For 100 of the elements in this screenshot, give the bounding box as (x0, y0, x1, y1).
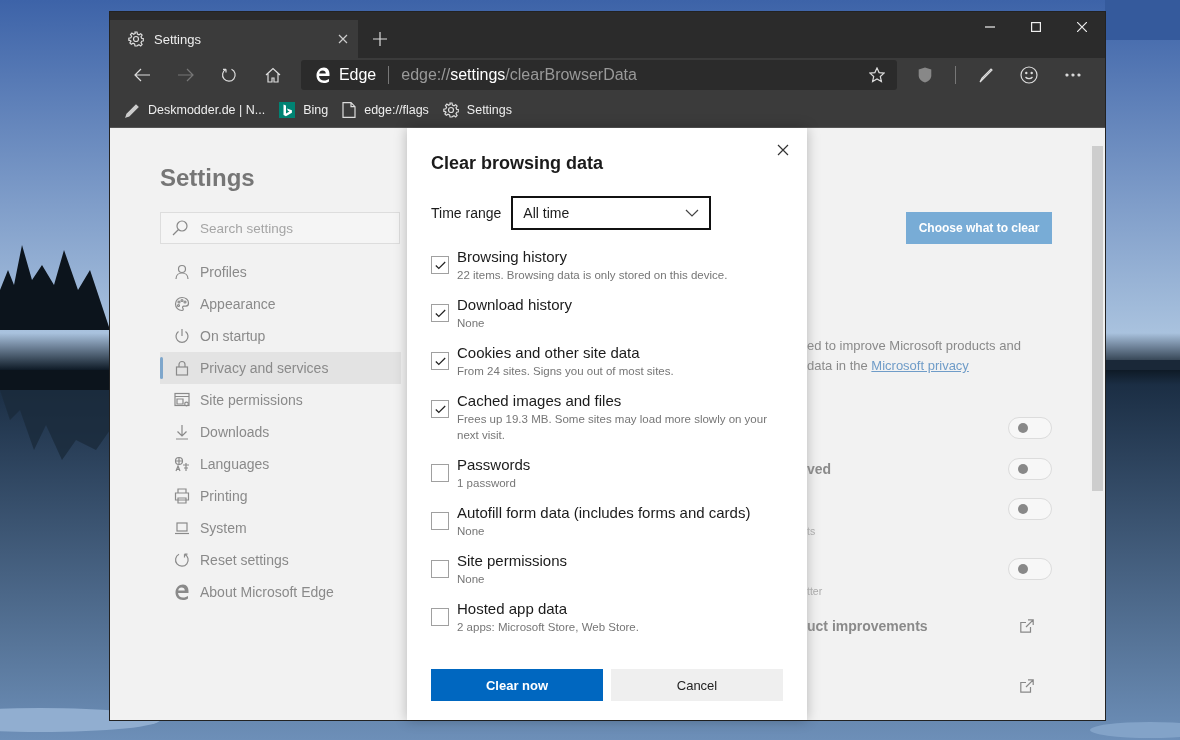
palette-icon (174, 296, 190, 312)
option-label: Cached images and files (457, 391, 623, 411)
setting-label: uct improvements (807, 618, 928, 634)
edge-logo-icon (314, 67, 331, 83)
sidebar-item[interactable]: Profiles (160, 256, 401, 288)
sidebar-item[interactable]: Downloads (160, 416, 401, 448)
sidebar-item[interactable]: System (160, 512, 401, 544)
sidebar-item[interactable]: Reset settings (160, 544, 401, 576)
browser-tab[interactable]: Settings (110, 20, 358, 58)
time-range-dropdown[interactable]: All time (511, 196, 712, 230)
close-icon (338, 34, 348, 44)
option-label: Autofill form data (includes forms and cards) (457, 503, 752, 523)
toggle-switch[interactable] (1008, 558, 1052, 580)
site-identity: Edge (338, 66, 377, 84)
option-label: Cookies and other site data (457, 343, 641, 363)
option-label: Hosted app data (457, 599, 569, 619)
refresh-icon (221, 67, 238, 83)
new-tab-icon (372, 31, 388, 47)
choose-what-to-clear-button[interactable]: Choose what to clear (906, 212, 1052, 244)
favorite-star-icon (869, 67, 886, 83)
setting-label: ved (807, 461, 832, 477)
sidebar-item[interactable]: Privacy and services (160, 352, 401, 384)
bookmark[interactable]: Deskmodder.de | N... (124, 101, 266, 118)
person-icon (174, 264, 190, 280)
cancel-button[interactable]: Cancel (611, 669, 783, 701)
home-icon (265, 67, 281, 83)
check-icon (434, 356, 446, 366)
check-icon (434, 404, 446, 414)
option-label: Download history (457, 295, 574, 315)
option-detail: None (457, 572, 486, 587)
option-detail: From 24 sites. Signs you out of most sites. (457, 364, 675, 379)
option-label: Site permissions (457, 551, 569, 571)
toggle-switch[interactable] (1008, 417, 1052, 439)
download-icon (174, 424, 190, 440)
external-link-icon (1020, 679, 1034, 693)
sidebar-item[interactable]: Site permissions (160, 384, 401, 416)
chevron-down-icon (685, 209, 700, 217)
back-arrow-icon (133, 68, 150, 82)
lock-icon (174, 360, 190, 376)
close-icon (1077, 22, 1087, 32)
privacy-link[interactable]: Microsoft privacy (871, 358, 969, 373)
printer-icon (174, 488, 190, 504)
option-detail: None (457, 316, 486, 331)
checkbox[interactable] (431, 560, 449, 578)
toggle-switch[interactable] (1008, 458, 1052, 480)
close-icon (777, 144, 789, 156)
gear-icon (128, 31, 144, 47)
url-text: edge://settings/clearBrowserData (401, 66, 638, 84)
option-detail: 22 items. Browsing data is only stored on this device. (457, 268, 729, 283)
checkbox[interactable] (431, 512, 449, 530)
forward-arrow-icon (177, 68, 194, 82)
checkbox[interactable] (431, 304, 449, 322)
power-icon (174, 328, 190, 344)
dialog-title: Clear browsing data (431, 152, 605, 174)
sidebar-item[interactable]: About Microsoft Edge (160, 576, 401, 608)
checkbox[interactable] (431, 464, 449, 482)
toggle-switch[interactable] (1008, 498, 1052, 520)
field-label: Time range (431, 205, 502, 221)
option-label: Passwords (457, 455, 532, 475)
bookmark[interactable]: Bing (279, 101, 329, 118)
shield-icon (918, 67, 932, 83)
setting-caption: tter (807, 585, 823, 597)
sidebar-item[interactable]: Languages (160, 448, 401, 480)
checkbox[interactable] (431, 256, 449, 274)
check-icon (434, 260, 446, 270)
option-detail: 2 apps: Microsoft Store, Web Store. (457, 620, 640, 635)
reset-icon (174, 552, 190, 568)
option-detail: 1 password (457, 476, 517, 491)
description-text: data in the (807, 358, 868, 373)
maximize-icon (1031, 22, 1041, 32)
search-field[interactable]: Search settings (160, 212, 400, 244)
more-icon (1065, 73, 1082, 77)
page-title: Settings (160, 164, 256, 192)
smiley-icon (1020, 66, 1039, 84)
pen-icon (977, 67, 994, 83)
sidebar-item[interactable]: Appearance (160, 288, 401, 320)
address-bar[interactable]: Edge edge://settings/clearBrowserData (300, 60, 898, 90)
bookmark[interactable]: Settings (442, 101, 513, 118)
bing-logo-icon (279, 101, 296, 118)
check-icon (434, 308, 446, 318)
external-link-icon (1020, 619, 1034, 633)
close-button[interactable] (777, 143, 791, 157)
language-icon (174, 456, 190, 472)
gear-icon (442, 101, 459, 118)
edge-logo-icon (174, 584, 190, 600)
clear-now-button[interactable]: Clear now (431, 669, 603, 701)
option-detail: None (457, 524, 486, 539)
checkbox[interactable] (431, 608, 449, 626)
sidebar-item[interactable]: Printing (160, 480, 401, 512)
bookmark[interactable]: edge://flags (342, 101, 429, 118)
site-permissions-icon (174, 392, 190, 408)
description-text: ed to improve Microsoft products and (807, 337, 1022, 355)
option-label: Browsing history (457, 247, 569, 267)
laptop-icon (174, 520, 190, 536)
checkbox[interactable] (431, 400, 449, 418)
option-detail: Frees up 19.3 MB. Some sites may load more slowly on your next visit. (457, 412, 768, 443)
sidebar-item[interactable]: On startup (160, 320, 401, 352)
checkbox[interactable] (431, 352, 449, 370)
search-icon (172, 220, 188, 236)
tab-title: Settings (154, 31, 202, 47)
